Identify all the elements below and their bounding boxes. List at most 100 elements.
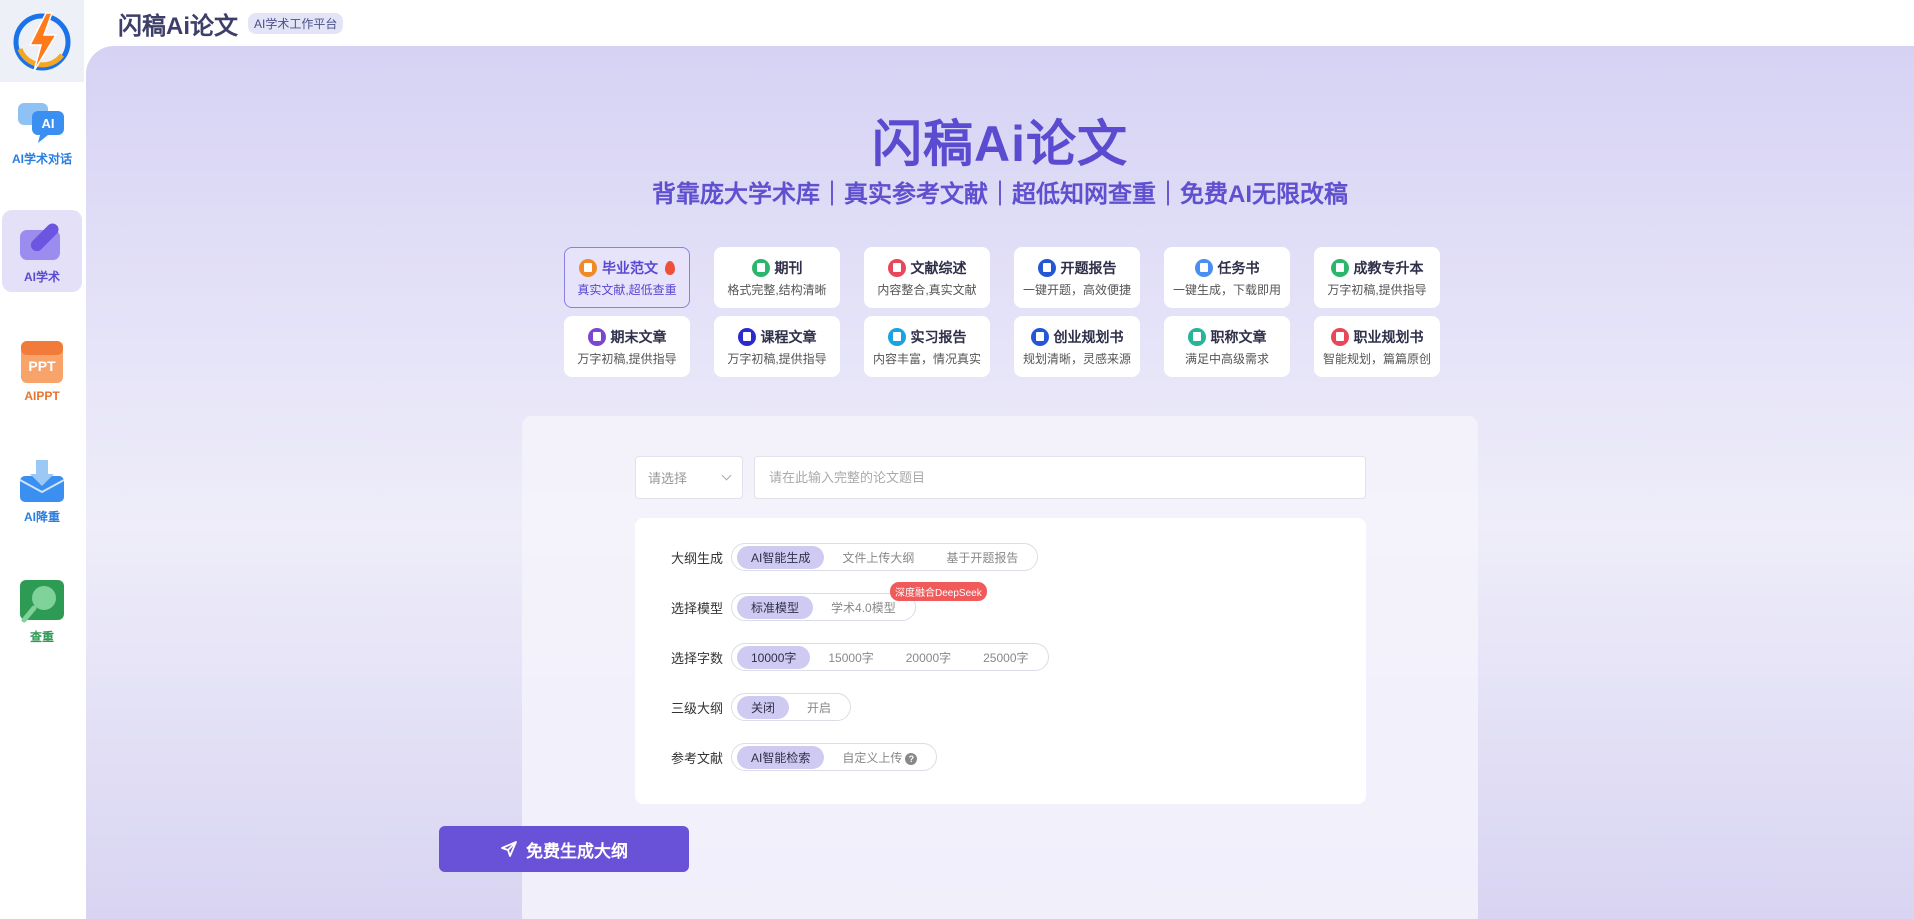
document-icon bbox=[1194, 258, 1213, 277]
card-desc: 万字初稿,提供指导 bbox=[577, 351, 677, 366]
sidebar-item-label: AI学术对话 bbox=[11, 151, 72, 166]
option-row-third-level: 三级大纲 关闭 开启 bbox=[671, 693, 852, 721]
model-segmented-control: 标准模型 学术4.0模型 深度融合DeepSeek bbox=[731, 582, 987, 621]
pen-icon bbox=[16, 218, 68, 264]
paper-type-cards: 毕业范文 真实文献,超低查重 期刊 格式完整,结构清晰 文献综述 内容整合,真实… bbox=[564, 247, 1440, 377]
card-business-plan[interactable]: 创业规划书 规划清晰，灵感来源 bbox=[1014, 316, 1140, 377]
card-title: 任务书 bbox=[1217, 259, 1260, 276]
card-desc: 满足中高级需求 bbox=[1184, 351, 1269, 366]
document-icon bbox=[887, 327, 906, 346]
option-20000[interactable]: 20000字 bbox=[892, 646, 965, 669]
option-25000[interactable]: 25000字 bbox=[969, 646, 1042, 669]
card-desc: 内容丰富，情况真实 bbox=[872, 351, 981, 366]
sidebar: AI AI学术对话 AI学术 PPT AIPPT AI降重 查重 bbox=[0, 0, 84, 919]
card-desc: 内容整合,真实文献 bbox=[877, 282, 977, 297]
sidebar-item-plagiarism-check[interactable]: 查重 bbox=[2, 570, 82, 652]
card-graduation-paper[interactable]: 毕业范文 真实文献,超低查重 bbox=[564, 247, 690, 308]
card-title: 职称文章 bbox=[1210, 328, 1267, 345]
card-title: 毕业范文 bbox=[602, 259, 658, 276]
option-custom-upload[interactable]: 自定义上传? bbox=[828, 746, 931, 769]
option-on[interactable]: 开启 bbox=[793, 696, 845, 719]
main-content: 闪稿Ai论文 背靠庞大学术库｜真实参考文献｜超低知网查重｜免费AI无限改稿 毕业… bbox=[86, 46, 1914, 919]
option-ai-search[interactable]: AI智能检索 bbox=[737, 745, 825, 769]
card-course-paper[interactable]: 课程文章 万字初稿,提供指导 bbox=[714, 316, 840, 377]
option-from-proposal[interactable]: 基于开题报告 bbox=[932, 546, 1032, 569]
generate-outline-button[interactable]: 免费生成大纲 bbox=[439, 826, 689, 872]
document-icon bbox=[887, 258, 906, 277]
hero-title: 闪稿Ai论文 bbox=[872, 116, 1128, 172]
third-level-toggle: 关闭 开启 bbox=[731, 693, 852, 721]
option-upload-outline[interactable]: 文件上传大纲 bbox=[828, 546, 928, 569]
option-row-model: 选择模型 标准模型 学术4.0模型 深度融合DeepSeek bbox=[671, 582, 987, 621]
references-segmented-control: AI智能检索 自定义上传? bbox=[731, 743, 938, 771]
sidebar-item-label: 查重 bbox=[29, 629, 54, 644]
option-row-outline: 大纲生成 AI智能生成 文件上传大纲 基于开题报告 bbox=[671, 543, 1039, 571]
option-label: 三级大纲 bbox=[671, 700, 724, 716]
card-proposal-report[interactable]: 开题报告 一键开题，高效便捷 bbox=[1014, 247, 1140, 308]
fire-icon bbox=[665, 260, 675, 275]
card-desc: 规划清晰，灵感来源 bbox=[1022, 351, 1131, 366]
sidebar-item-label: AIPPT bbox=[24, 389, 60, 403]
options-box: 大纲生成 AI智能生成 文件上传大纲 基于开题报告 选择模型 标准模型 学术4.… bbox=[635, 518, 1366, 804]
download-tray-icon bbox=[16, 458, 68, 504]
option-off[interactable]: 关闭 bbox=[737, 695, 790, 719]
sidebar-item-ai-academic[interactable]: AI学术 bbox=[2, 210, 82, 292]
sidebar-item-ai-chat[interactable]: AI AI学术对话 bbox=[2, 92, 82, 174]
document-icon bbox=[579, 258, 597, 277]
sidebar-item-label: AI降重 bbox=[23, 509, 60, 524]
sidebar-item-ai-rewrite[interactable]: AI降重 bbox=[2, 450, 82, 532]
chat-bubble-ai-icon: AI bbox=[16, 100, 68, 146]
card-desc: 智能规划，篇篇原创 bbox=[1322, 351, 1431, 366]
card-title: 成教专升本 bbox=[1353, 259, 1424, 276]
card-internship-report[interactable]: 实习报告 内容丰富，情况真实 bbox=[864, 316, 990, 377]
document-icon bbox=[751, 258, 770, 277]
card-career-plan[interactable]: 职业规划书 智能规划，篇篇原创 bbox=[1314, 316, 1440, 377]
option-label: 选择模型 bbox=[671, 600, 724, 616]
magnifier-icon bbox=[16, 578, 68, 624]
card-title: 实习报告 bbox=[910, 328, 967, 345]
card-title: 期刊 bbox=[774, 259, 803, 276]
app-logo[interactable] bbox=[0, 0, 84, 82]
outline-segmented-control: AI智能生成 文件上传大纲 基于开题报告 bbox=[731, 543, 1039, 571]
brand-tag: AI学术工作平台 bbox=[248, 12, 344, 34]
top-header: 闪稿Ai论文 AI学术工作平台 bbox=[84, 0, 1914, 46]
send-icon bbox=[501, 841, 517, 857]
option-row-word-count: 选择字数 10000字 15000字 20000字 25000字 bbox=[671, 643, 1049, 671]
card-desc: 真实文献,超低查重 bbox=[577, 282, 677, 297]
chevron-down-icon bbox=[721, 470, 732, 481]
word-count-segmented-control: 10000字 15000字 20000字 25000字 bbox=[731, 643, 1049, 671]
card-title: 期末文章 bbox=[610, 328, 667, 345]
sidebar-item-aippt[interactable]: PPT AIPPT bbox=[2, 330, 82, 412]
option-10000[interactable]: 10000字 bbox=[737, 645, 811, 669]
paper-type-select[interactable]: 请选择 bbox=[635, 456, 743, 499]
option-ai-generate[interactable]: AI智能生成 bbox=[737, 545, 825, 569]
option-label: 大纲生成 bbox=[671, 550, 724, 566]
card-desc: 格式完整,结构清晰 bbox=[727, 282, 827, 297]
card-desc: 一键生成，下载即用 bbox=[1172, 282, 1281, 297]
document-icon bbox=[587, 327, 606, 346]
paper-title-input[interactable] bbox=[754, 456, 1366, 499]
document-icon bbox=[1330, 327, 1349, 346]
card-professional-title-paper[interactable]: 职称文章 满足中高级需求 bbox=[1164, 316, 1290, 377]
card-final-paper[interactable]: 期末文章 万字初稿,提供指导 bbox=[564, 316, 690, 377]
card-desc: 万字初稿,提供指导 bbox=[727, 351, 827, 366]
ppt-icon: PPT bbox=[16, 339, 68, 385]
option-15000[interactable]: 15000字 bbox=[814, 646, 887, 669]
card-title: 创业规划书 bbox=[1053, 328, 1124, 345]
select-value: 请选择 bbox=[648, 471, 688, 486]
card-task-book[interactable]: 任务书 一键生成，下载即用 bbox=[1164, 247, 1290, 308]
option-standard-model[interactable]: 标准模型 bbox=[737, 595, 814, 619]
card-title: 开题报告 bbox=[1060, 259, 1117, 276]
card-journal[interactable]: 期刊 格式完整,结构清晰 bbox=[714, 247, 840, 308]
card-desc: 万字初稿,提供指导 bbox=[1327, 282, 1427, 297]
card-literature-review[interactable]: 文献综述 内容整合,真实文献 bbox=[864, 247, 990, 308]
svg-text:PPT: PPT bbox=[28, 358, 56, 374]
hero-subtitle: 背靠庞大学术库｜真实参考文献｜超低知网查重｜免费AI无限改稿 bbox=[652, 181, 1348, 208]
card-adult-education[interactable]: 成教专升本 万字初稿,提供指导 bbox=[1314, 247, 1440, 308]
card-desc: 一键开题，高效便捷 bbox=[1022, 282, 1131, 297]
help-icon[interactable]: ? bbox=[905, 752, 918, 765]
option-label: 选择字数 bbox=[671, 650, 724, 666]
brand-name: 闪稿Ai论文 bbox=[118, 12, 238, 40]
card-title: 文献综述 bbox=[910, 259, 967, 276]
document-icon bbox=[1037, 258, 1056, 277]
